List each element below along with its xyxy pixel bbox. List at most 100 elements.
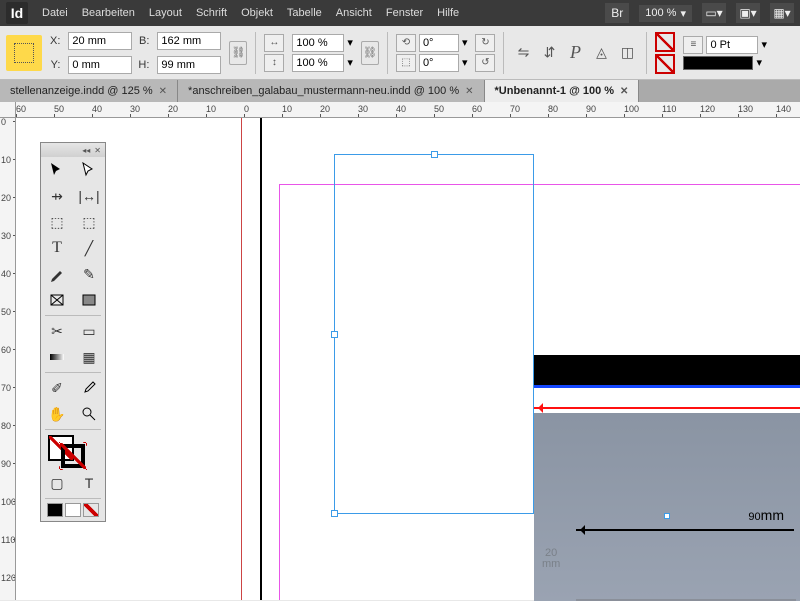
- gap-tool[interactable]: |↔|: [73, 183, 105, 209]
- fill-none-icon[interactable]: [655, 32, 675, 52]
- panel-header[interactable]: ◂◂ ✕: [41, 143, 105, 157]
- collapse-icon[interactable]: ◂◂: [82, 146, 90, 155]
- hand-tool[interactable]: ✋: [41, 401, 73, 427]
- menu-ansicht[interactable]: Ansicht: [336, 7, 372, 19]
- close-icon[interactable]: ✕: [94, 146, 101, 155]
- menu-objekt[interactable]: Objekt: [241, 7, 273, 19]
- chevron-down-icon[interactable]: ▾: [347, 36, 353, 49]
- screen-mode-icon[interactable]: ▣▾: [736, 3, 760, 23]
- ruler-origin[interactable]: [0, 102, 16, 118]
- menu-bearbeiten[interactable]: Bearbeiten: [82, 7, 135, 19]
- scale-x-input[interactable]: [292, 34, 344, 52]
- margin-left: [279, 184, 280, 600]
- direct-selection-tool[interactable]: [73, 157, 105, 183]
- gradient-swatch-tool[interactable]: [41, 344, 73, 370]
- select-content-icon[interactable]: ◫: [616, 42, 638, 64]
- apply-gradient[interactable]: [65, 503, 81, 517]
- constrain-scale-icon[interactable]: ⛓: [361, 41, 379, 65]
- tab-label: *Unbenannt-1 @ 100 %: [495, 85, 615, 97]
- handle-placed-right[interactable]: [664, 513, 670, 519]
- bridge-button[interactable]: Br: [605, 3, 629, 23]
- control-panel: X: B: Y: H: ⛓ ↔ ↕ ▾ ▾ ⛓ ⟲▾ ⬚▾ ↻ ↺ ⇋ ⇵ P …: [0, 26, 800, 80]
- y-input[interactable]: [68, 56, 132, 74]
- canvas[interactable]: 90mm 20mm ◂◂ ✕ ⇸ |↔| ⬚ ⬚ T ╱ ✎ ✂: [16, 118, 800, 600]
- h-input[interactable]: [157, 56, 221, 74]
- close-icon[interactable]: ✕: [620, 86, 628, 97]
- type-tool[interactable]: T: [41, 235, 73, 261]
- doc-tab-3[interactable]: *Unbenannt-1 @ 100 % ✕: [485, 80, 640, 102]
- y-label: Y:: [50, 59, 62, 71]
- dimension-20: 20mm: [542, 541, 560, 570]
- x-input[interactable]: [68, 32, 132, 50]
- close-icon[interactable]: ✕: [159, 86, 167, 97]
- view-options-icon[interactable]: ▭▾: [702, 3, 726, 23]
- pen-tool[interactable]: [41, 261, 73, 287]
- ruler-vertical[interactable]: 0102030405060708090100110120: [0, 118, 16, 600]
- menu-datei[interactable]: Datei: [42, 7, 68, 19]
- placed-graphic[interactable]: 90mm 20mm: [534, 355, 800, 601]
- selection-tool[interactable]: [41, 157, 73, 183]
- pencil-tool[interactable]: ✎: [73, 261, 105, 287]
- gradient-feather-tool[interactable]: ▦: [73, 344, 105, 370]
- zoom-tool[interactable]: [73, 401, 105, 427]
- constrain-wh-icon[interactable]: ⛓: [229, 41, 247, 65]
- apply-color[interactable]: [47, 503, 63, 517]
- stroke-swatch[interactable]: [61, 444, 85, 468]
- paragraph-style-icon[interactable]: P: [564, 42, 586, 64]
- doc-tab-1[interactable]: stellenanzeige.indd @ 125 %✕: [0, 80, 178, 102]
- eyedropper-tool[interactable]: [73, 375, 105, 401]
- free-transform-tool[interactable]: ▭: [73, 318, 105, 344]
- select-container-icon[interactable]: ◬: [590, 42, 612, 64]
- close-icon[interactable]: ✕: [465, 86, 473, 97]
- zoom-level-dropdown[interactable]: 100 %▾: [639, 5, 692, 22]
- apply-color-modes: [41, 501, 105, 521]
- menu-schrift[interactable]: Schrift: [196, 7, 227, 19]
- stroke-style-dropdown[interactable]: [683, 56, 753, 70]
- chevron-down-icon[interactable]: ▾: [462, 56, 468, 69]
- rectangle-tool[interactable]: [73, 287, 105, 313]
- stroke-weight-input[interactable]: [706, 36, 758, 54]
- line-tool[interactable]: ╱: [73, 235, 105, 261]
- x-label: X:: [50, 35, 62, 47]
- fill-stroke-swatch[interactable]: [41, 432, 105, 470]
- chevron-down-icon[interactable]: ▾: [761, 38, 767, 51]
- dimension-arrow: [576, 529, 794, 531]
- ruler-horizontal[interactable]: 6050403020100102030405060708090100110120…: [16, 102, 800, 118]
- chevron-down-icon[interactable]: ▾: [756, 56, 762, 69]
- doc-tab-2[interactable]: *anschreiben_galabau_mustermann-neu.indd…: [178, 80, 484, 102]
- reference-point-selector[interactable]: [6, 35, 42, 71]
- formatting-text-icon[interactable]: T: [73, 470, 105, 496]
- apply-none[interactable]: [83, 503, 99, 517]
- menu-tabelle[interactable]: Tabelle: [287, 7, 322, 19]
- content-collector-tool[interactable]: ⬚: [41, 209, 73, 235]
- formatting-container-icon[interactable]: ▢: [41, 470, 73, 496]
- handle-middle-left[interactable]: [331, 331, 338, 338]
- shear-icon: ⬚: [396, 54, 416, 72]
- rotate-input[interactable]: [419, 34, 459, 52]
- page-tool[interactable]: ⇸: [41, 183, 73, 209]
- handle-top-center[interactable]: [431, 151, 438, 158]
- w-input[interactable]: [157, 32, 221, 50]
- rectangle-frame-tool[interactable]: [41, 287, 73, 313]
- menu-layout[interactable]: Layout: [149, 7, 182, 19]
- shear-input[interactable]: [419, 54, 459, 72]
- stroke-none-icon[interactable]: [655, 54, 675, 74]
- chevron-down-icon[interactable]: ▾: [347, 56, 353, 69]
- rotate-ccw-icon[interactable]: ↺: [475, 54, 495, 72]
- scale-y-input[interactable]: [292, 54, 344, 72]
- note-tool[interactable]: ✐: [41, 375, 73, 401]
- arrange-docs-icon[interactable]: ▦▾: [770, 3, 794, 23]
- selection-frame[interactable]: [334, 154, 534, 514]
- flip-v-icon[interactable]: ⇵: [538, 42, 560, 64]
- dimension-90: 90mm: [748, 497, 784, 527]
- content-placer-tool[interactable]: ⬚: [73, 209, 105, 235]
- menu-hilfe[interactable]: Hilfe: [437, 7, 459, 19]
- handle-bottom-left[interactable]: [331, 510, 338, 517]
- page-edge: [260, 118, 262, 600]
- stroke-weight-stepper[interactable]: ≡: [683, 36, 703, 54]
- flip-h-icon[interactable]: ⇋: [512, 42, 534, 64]
- chevron-down-icon[interactable]: ▾: [462, 36, 468, 49]
- scissors-tool[interactable]: ✂: [41, 318, 73, 344]
- menu-fenster[interactable]: Fenster: [386, 7, 423, 19]
- rotate-cw-icon[interactable]: ↻: [475, 34, 495, 52]
